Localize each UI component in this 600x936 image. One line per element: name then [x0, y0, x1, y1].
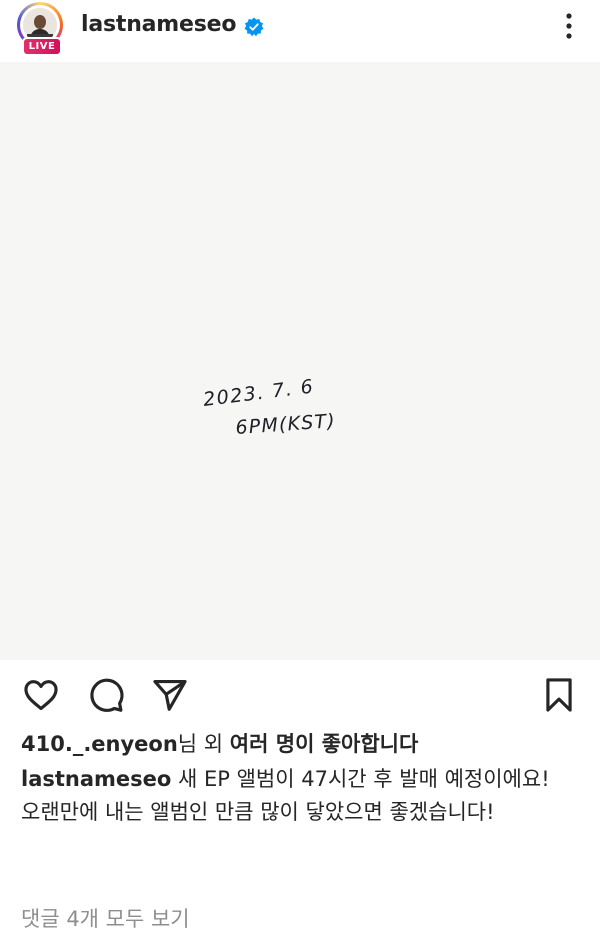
- post-author-username[interactable]: lastnameseo: [81, 12, 236, 37]
- handwritten-release-note: 2023. 7. 6 6PM(KST): [202, 376, 337, 439]
- caption-line-2: 오랜만에 내는 앨범인 만큼 많이 닿았으면 좋겠습니다!: [21, 800, 495, 824]
- caption-text-1: 새 EP 앨범이 47시간 후 발매 예정이에요!: [171, 767, 550, 791]
- view-all-comments-link[interactable]: 댓글 4개 모두 보기: [21, 903, 190, 936]
- likes-first-user[interactable]: 410._.enyeon: [21, 732, 178, 756]
- live-badge[interactable]: LIVE: [22, 37, 62, 56]
- post-image[interactable]: 2023. 7. 6 6PM(KST): [0, 62, 600, 660]
- likes-others[interactable]: 여러 명이 좋아합니다: [230, 732, 419, 756]
- send-icon[interactable]: [151, 676, 189, 714]
- post-action-bar: [0, 660, 600, 728]
- handwriting-date: 2023. 7. 6: [202, 376, 316, 411]
- post-header: LIVE lastnameseo: [0, 0, 600, 60]
- post-caption: lastnameseo 새 EP 앨범이 47시간 후 발매 예정이에요! 오랜…: [21, 763, 581, 829]
- verified-badge-icon: [244, 17, 264, 37]
- caption-username[interactable]: lastnameseo: [21, 767, 171, 791]
- likes-summary[interactable]: 410._.enyeon님 외 여러 명이 좋아합니다: [21, 729, 418, 759]
- handwriting-time: 6PM(KST): [235, 410, 337, 439]
- more-vertical-icon[interactable]: [557, 10, 581, 42]
- comment-icon[interactable]: [87, 676, 125, 714]
- caption-line-1: lastnameseo 새 EP 앨범이 47시간 후 발매 예정이에요!: [21, 763, 581, 796]
- heart-icon[interactable]: [22, 676, 60, 714]
- likes-connector: 님 외: [177, 732, 230, 756]
- bookmark-icon[interactable]: [540, 676, 578, 714]
